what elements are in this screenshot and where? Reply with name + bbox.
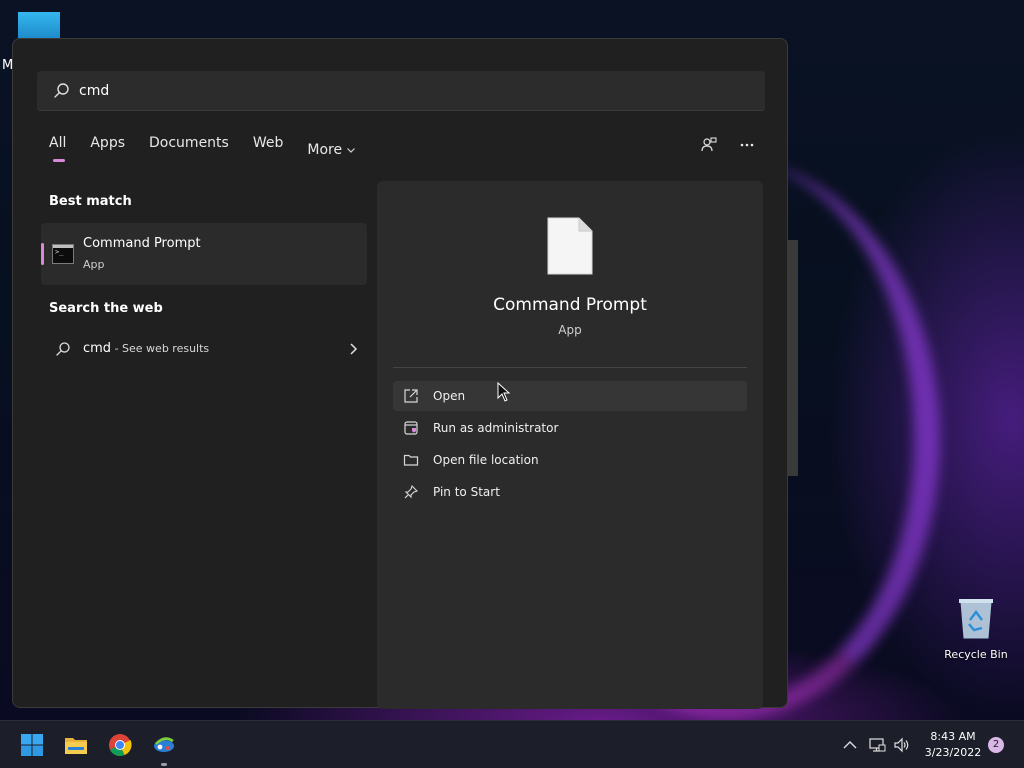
search-icon: [54, 83, 69, 98]
web-search-result[interactable]: cmd - See web results: [41, 331, 367, 367]
web-query: cmd: [83, 341, 112, 356]
folder-icon: [403, 454, 419, 466]
volume-icon[interactable]: [893, 736, 911, 754]
detail-app-name: Command Prompt: [493, 295, 647, 315]
file-explorer-icon[interactable]: [64, 733, 88, 757]
action-open-file-location-label: Open file location: [433, 453, 539, 467]
action-open-label: Open: [433, 389, 466, 403]
top-actions: [699, 135, 757, 155]
more-options-button[interactable]: [737, 135, 757, 155]
clock-time: 8:43 AM: [930, 730, 976, 743]
tab-apps[interactable]: Apps: [90, 135, 125, 165]
file-icon: [547, 217, 593, 275]
tab-more[interactable]: More: [307, 135, 356, 165]
chrome-browser-icon[interactable]: [108, 733, 132, 757]
action-run-as-admin-label: Run as administrator: [433, 421, 559, 435]
open-external-icon: [404, 389, 418, 403]
chevron-down-icon: [347, 148, 356, 153]
tab-documents[interactable]: Documents: [149, 135, 229, 165]
shield-window-icon: [404, 421, 418, 435]
result-details-pane: Command Prompt App Open Run as administr…: [377, 181, 763, 709]
detail-divider: [393, 367, 747, 368]
result-name: Command Prompt: [83, 236, 201, 251]
taskbar: 8:43 AM 3/23/2022 2: [0, 720, 1024, 768]
clock-date: 3/23/2022: [924, 746, 982, 759]
pin-icon: [404, 484, 419, 499]
mouse-cursor-icon: [497, 382, 511, 402]
detail-app-type: App: [558, 323, 582, 337]
account-switch-button[interactable]: [699, 135, 719, 155]
chevron-up-icon[interactable]: [841, 736, 859, 754]
control-panel-icon[interactable]: [152, 733, 176, 757]
action-pin-to-start[interactable]: Pin to Start: [393, 477, 747, 507]
people-network-icon: [701, 137, 717, 152]
network-icon[interactable]: [868, 736, 886, 754]
search-icon: [56, 342, 70, 356]
search-web-heading: Search the web: [49, 301, 163, 316]
tab-web[interactable]: Web: [253, 135, 284, 165]
best-match-heading: Best match: [49, 194, 132, 209]
command-prompt-icon: [52, 244, 74, 264]
start-button-windows-icon[interactable]: [20, 733, 44, 757]
best-match-result[interactable]: Command Prompt App: [41, 223, 367, 285]
running-indicator: [161, 763, 167, 766]
ellipsis-icon: [740, 143, 754, 147]
search-input[interactable]: [79, 71, 739, 111]
action-open-file-location[interactable]: Open file location: [393, 445, 747, 475]
web-result-text: cmd - See web results: [83, 341, 209, 356]
action-open[interactable]: Open: [393, 381, 747, 411]
web-result-suffix: - See web results: [111, 342, 210, 355]
selection-accent: [41, 243, 44, 265]
chevron-right-icon: [350, 343, 358, 355]
start-search-panel: All Apps Documents Web More Best m: [12, 38, 788, 709]
tab-all[interactable]: All: [49, 135, 66, 165]
action-pin-to-start-label: Pin to Start: [433, 485, 500, 499]
recycle-bin[interactable]: Recycle Bin: [940, 596, 1012, 666]
search-box[interactable]: [37, 71, 765, 111]
action-run-as-admin[interactable]: Run as administrator: [393, 413, 747, 443]
recycle-bin-label: Recycle Bin: [944, 648, 1008, 661]
recycle-bin-icon: [959, 599, 993, 639]
result-type: App: [83, 258, 105, 271]
filter-tabs: All Apps Documents Web More: [49, 135, 356, 165]
tab-more-label: More: [307, 142, 343, 158]
desktop-shortcut-icon[interactable]: [18, 12, 60, 40]
system-clock[interactable]: 8:43 AM 3/23/2022: [918, 729, 988, 761]
notification-badge[interactable]: 2: [988, 737, 1004, 753]
